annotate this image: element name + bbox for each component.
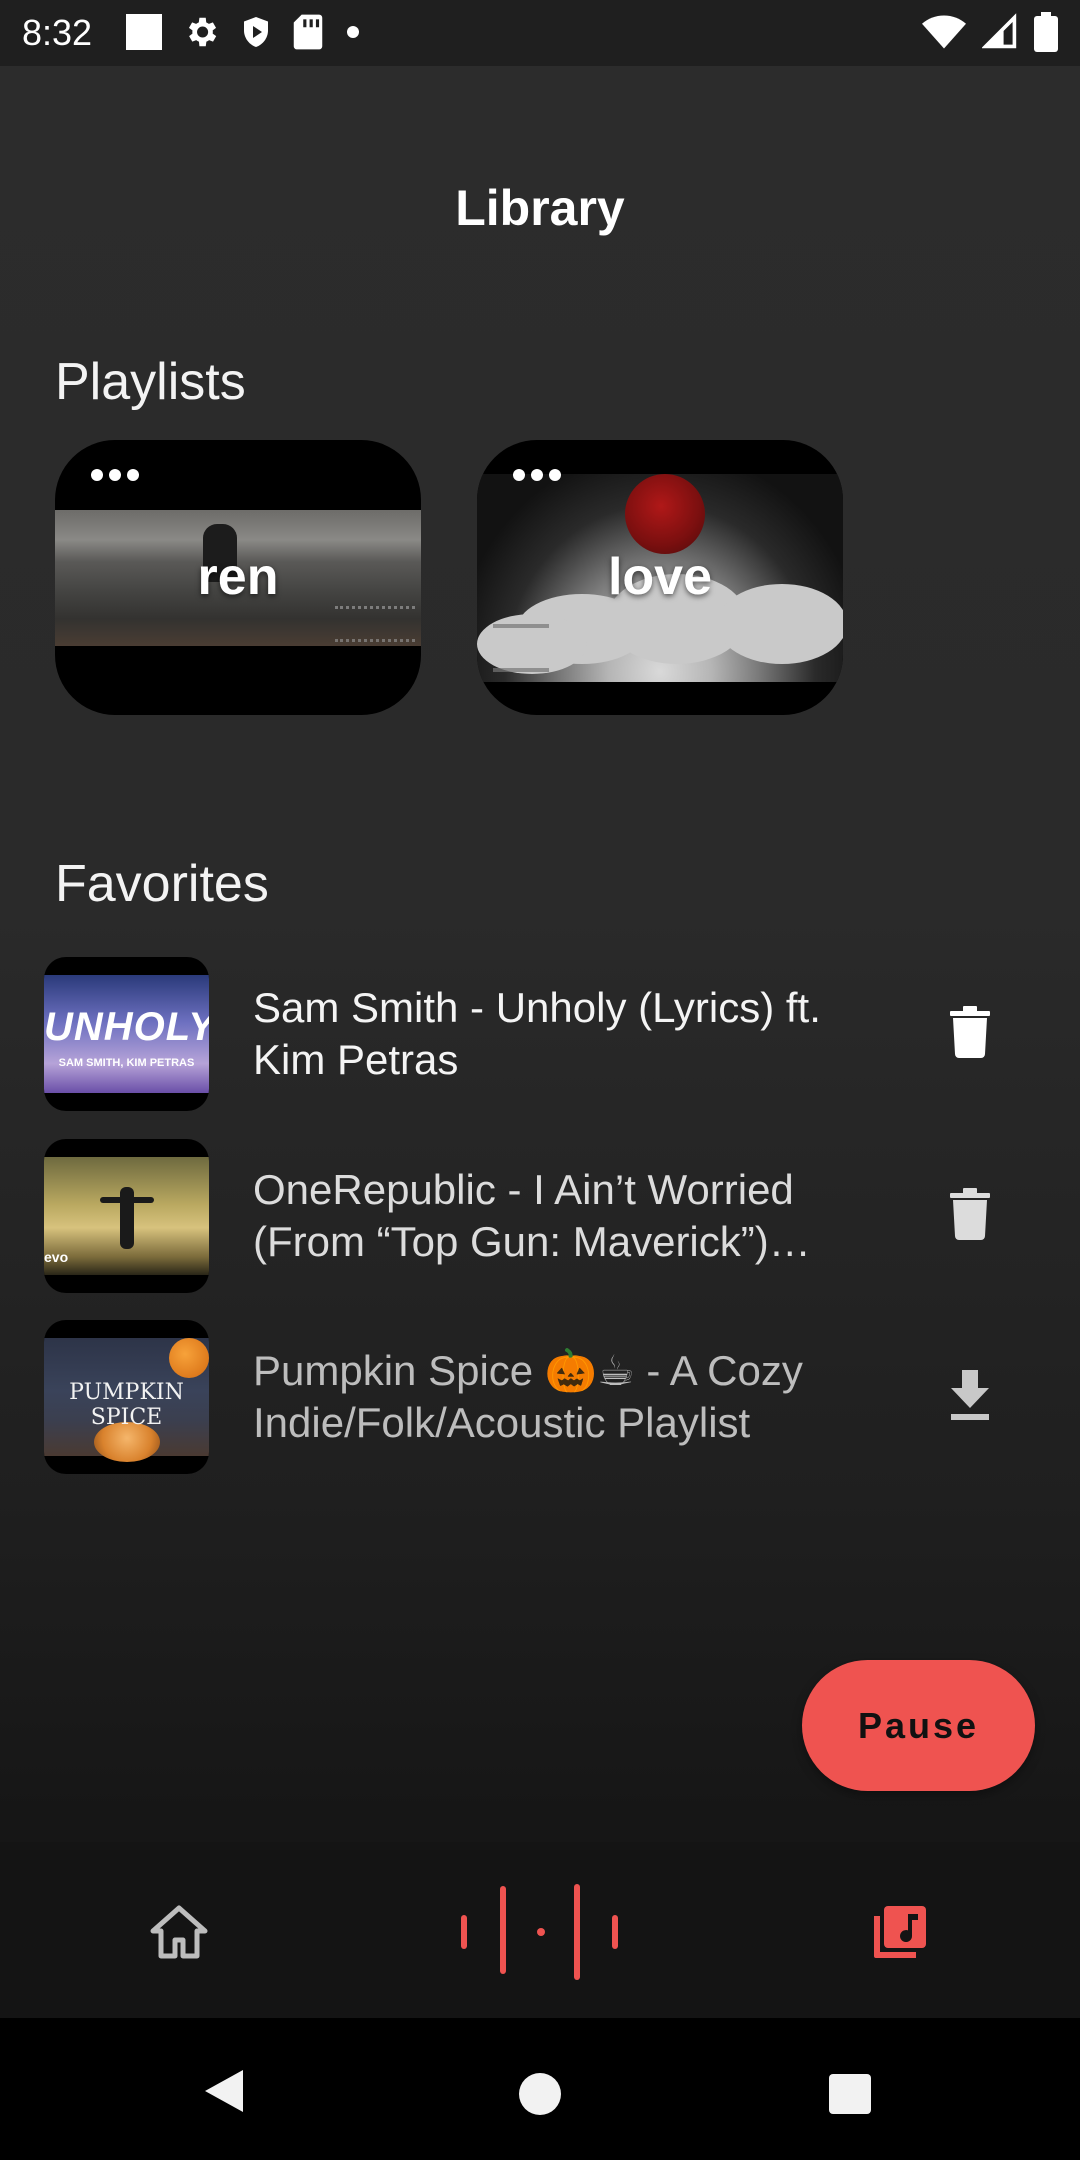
library-music-icon: [870, 1906, 930, 1966]
delete-button[interactable]: [930, 1183, 1010, 1249]
nav-item-library[interactable]: [870, 1902, 930, 1962]
home-icon: [150, 1905, 208, 1964]
thumbnail-text: PUMPKIN SPICE: [69, 1380, 184, 1430]
status-icons-left: [124, 12, 364, 57]
pause-button[interactable]: Pause: [802, 1660, 1035, 1791]
thumbnail-text: evo: [44, 1249, 69, 1265]
home-circle-icon[interactable]: [519, 2073, 561, 2115]
trash-icon: [950, 1187, 990, 1245]
back-icon[interactable]: [203, 2068, 245, 2119]
favorite-list-item[interactable]: PUMPKIN SPICE Pumpkin Spice 🎃☕ - A Cozy …: [0, 1320, 1080, 1474]
favorites-section-title: Favorites: [55, 855, 269, 913]
playlist-name: ren: [197, 548, 279, 606]
wifi-icon: [922, 13, 966, 56]
audio-wave-icon: [455, 1884, 625, 1986]
battery-icon: [1034, 11, 1058, 57]
track-title: Sam Smith - Unholy (Lyrics) ft. Kim Petr…: [253, 984, 821, 1083]
system-navigation-bar: [0, 2018, 1080, 2160]
dot-icon: [342, 13, 364, 56]
thumbnail-subtext: SAM SMITH, KIM PETRAS: [58, 1057, 195, 1069]
trash-icon: [950, 1005, 990, 1063]
shield-play-icon: [238, 13, 274, 56]
bottom-navigation: [0, 1842, 1080, 2018]
more-horizontal-icon[interactable]: [91, 460, 143, 490]
playlists-section-title: Playlists: [55, 353, 246, 411]
status-time: 8:32: [22, 12, 93, 53]
playlist-card-love[interactable]: love: [477, 440, 843, 715]
track-title: OneRepublic - I Ain’t Worried (From “Top…: [253, 1166, 794, 1265]
recents-square-icon[interactable]: [829, 2074, 871, 2114]
track-thumbnail: UNHOLY SAM SMITH, KIM PETRAS: [44, 957, 209, 1111]
track-thumbnail: PUMPKIN SPICE: [44, 1320, 209, 1474]
playlist-card-ren[interactable]: ren: [55, 440, 421, 715]
page-title: Library: [455, 180, 625, 236]
download-icon: [949, 1369, 991, 1425]
thumbnail-text: UNHOLY: [44, 1005, 209, 1049]
nav-item-home[interactable]: [150, 1904, 208, 1960]
more-horizontal-icon[interactable]: [513, 460, 565, 490]
track-title: Pumpkin Spice 🎃☕ - A Cozy Indie/Folk/Aco…: [253, 1347, 803, 1446]
track-thumbnail: evo: [44, 1139, 209, 1293]
favorite-list-item[interactable]: evo OneRepublic - I Ain’t Worried (From …: [0, 1139, 1080, 1293]
delete-button[interactable]: [930, 1001, 1010, 1067]
status-bar: 8:32: [0, 0, 1080, 66]
gear-icon: [182, 13, 220, 56]
cellular-signal-icon: [981, 12, 1018, 56]
favorite-list-item[interactable]: UNHOLY SAM SMITH, KIM PETRAS Sam Smith -…: [0, 957, 1080, 1111]
nav-item-now-playing[interactable]: [455, 1882, 625, 1982]
notification-square-icon: [124, 12, 164, 57]
sd-card-icon: [292, 13, 324, 56]
download-button[interactable]: [930, 1364, 1010, 1430]
playlist-name: love: [607, 548, 713, 606]
status-icons-right: [922, 11, 1058, 57]
